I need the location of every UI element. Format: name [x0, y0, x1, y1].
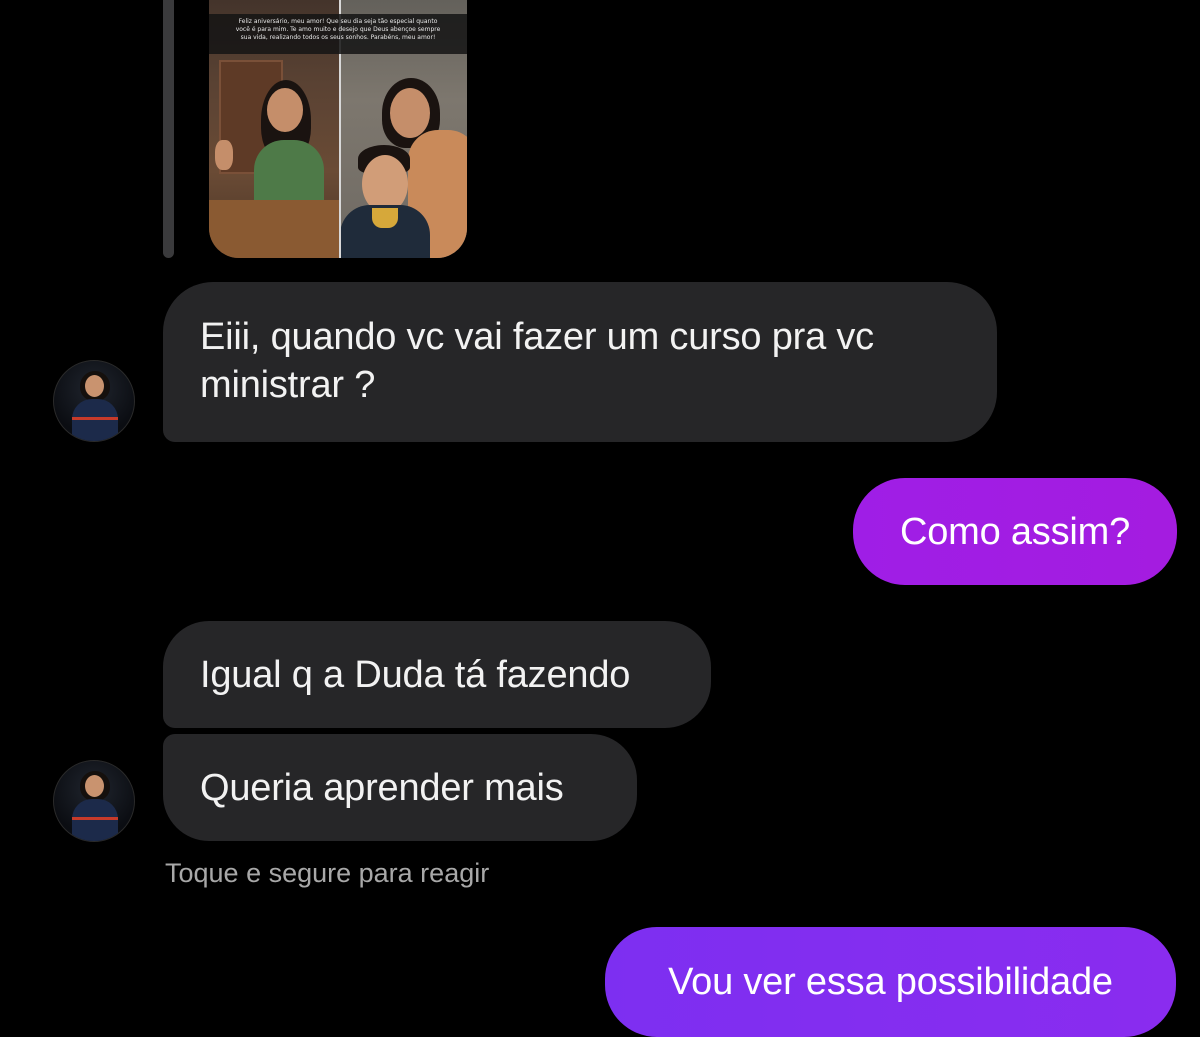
- react-hint: Toque e segure para reagir: [165, 858, 490, 888]
- photo-table: [209, 200, 340, 258]
- incoming-message[interactable]: Igual q a Duda tá fazendo: [163, 621, 711, 728]
- story-caption: Feliz aniversário, meu amor! Que seu dia…: [209, 14, 467, 54]
- outgoing-message[interactable]: Como assim?: [853, 478, 1177, 585]
- photo-person-head: [390, 88, 430, 138]
- contact-avatar[interactable]: [53, 360, 135, 442]
- outgoing-message[interactable]: Vou ver essa possibilidade: [605, 927, 1176, 1037]
- contact-avatar[interactable]: [53, 760, 135, 842]
- photo-person-head: [267, 88, 303, 132]
- incoming-message[interactable]: Queria aprender mais: [163, 734, 637, 841]
- reply-indicator-line: [163, 0, 174, 258]
- incoming-message[interactable]: Eiii, quando vc vai fazer um curso pra v…: [163, 282, 997, 442]
- story-reply-preview[interactable]: Feliz aniversário, meu amor! Que seu dia…: [209, 0, 467, 258]
